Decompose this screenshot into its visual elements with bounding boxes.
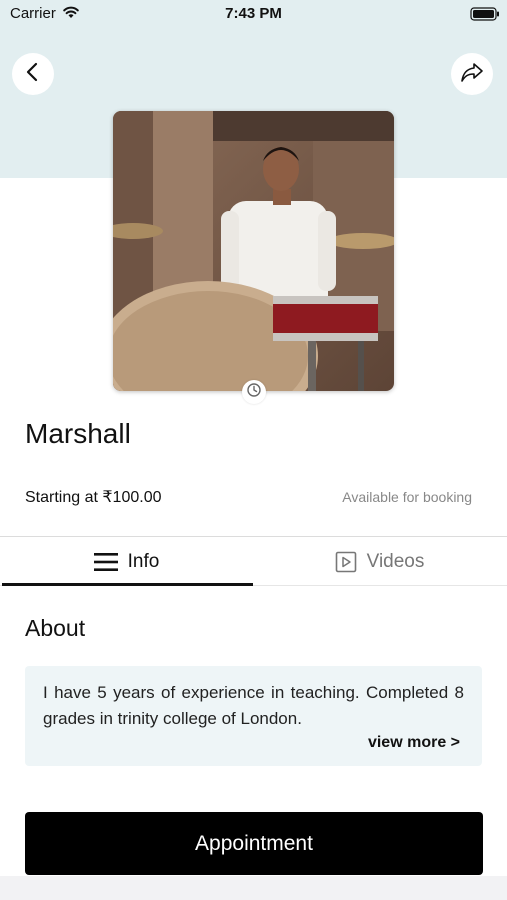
back-button[interactable] (12, 53, 54, 95)
share-button[interactable] (451, 53, 493, 95)
tab-bar: Info Videos (0, 536, 507, 586)
status-time: 7:43 PM (225, 5, 282, 22)
clock-badge (242, 380, 266, 404)
appointment-button[interactable]: Appointment (25, 812, 483, 875)
tab-info[interactable]: Info (0, 537, 253, 586)
status-bar: Carrier 7:43 PM (0, 0, 507, 30)
about-text: I have 5 years of experience in teaching… (43, 683, 464, 728)
clock-icon (246, 382, 262, 403)
tab-info-label: Info (127, 550, 160, 572)
tab-videos-label: Videos (366, 550, 425, 572)
bottom-safe-area (0, 876, 507, 900)
tab-videos[interactable]: Videos (253, 537, 506, 586)
profile-name: Marshall (25, 418, 131, 449)
view-more-link[interactable]: view more > (368, 734, 460, 752)
chevron-left-icon (25, 62, 41, 87)
play-square-icon (335, 551, 357, 573)
price-label: Starting at ₹100.00 (25, 489, 162, 506)
battery-icon (470, 7, 500, 21)
active-tab-indicator (2, 583, 253, 586)
profile-photo (113, 111, 394, 391)
menu-icon (93, 551, 118, 573)
share-arrow-icon (460, 61, 484, 88)
about-card: I have 5 years of experience in teaching… (25, 666, 482, 766)
about-heading: About (25, 615, 86, 641)
availability-status: Available for booking (342, 489, 472, 505)
